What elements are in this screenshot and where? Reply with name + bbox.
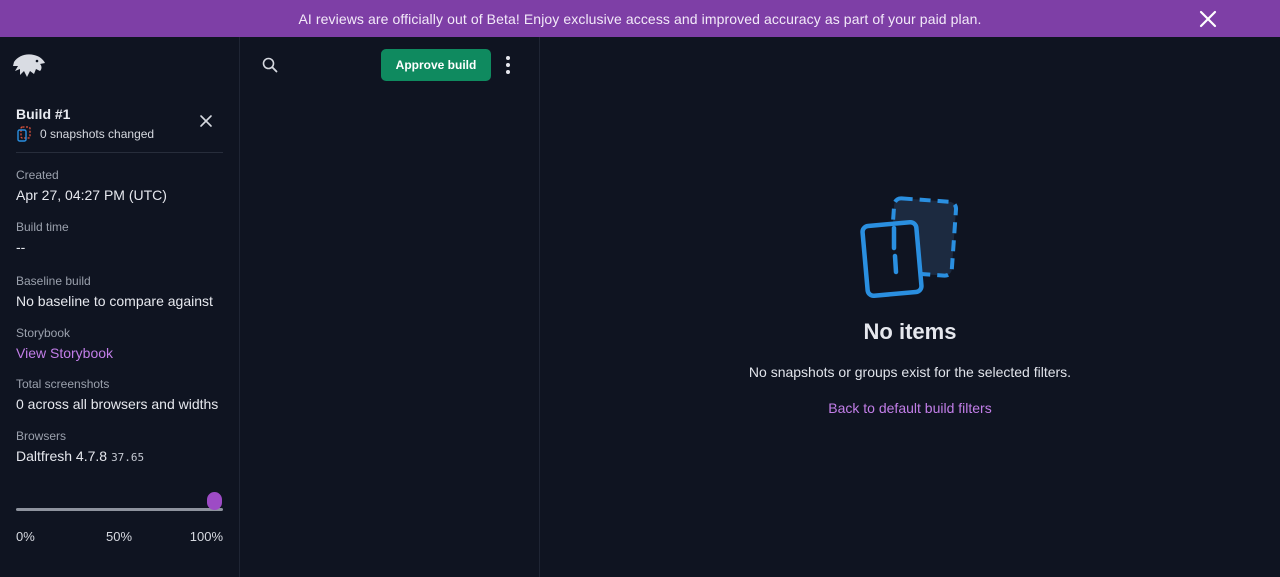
meta-label: Browsers xyxy=(16,429,67,443)
meta-label: Baseline build xyxy=(16,274,91,288)
meta-build-time: Build time -- xyxy=(16,220,231,256)
eagle-logo[interactable] xyxy=(12,52,46,80)
meta-baseline: Baseline build No baseline to compare ag… xyxy=(16,274,231,310)
snapshots-changed-text: 0 snapshots changed xyxy=(40,127,155,141)
banner-text: AI reviews are officially out of Beta! E… xyxy=(298,10,982,27)
meta-value: No baseline to compare against xyxy=(16,293,213,309)
meta-label: Created xyxy=(16,168,59,182)
build-title: Build #1 xyxy=(16,106,71,122)
build-subtitle: 0 snapshots changed xyxy=(16,126,154,142)
empty-snapshots-illustration xyxy=(860,196,959,298)
slider-track[interactable] xyxy=(16,508,223,511)
meta-value: 0 across all browsers and widths xyxy=(16,396,219,412)
search-icon[interactable] xyxy=(261,56,279,74)
snapshots-icon xyxy=(17,126,31,142)
slider-label-mid: 50% xyxy=(106,529,133,544)
empty-description: No snapshots or groups exist for the sel… xyxy=(748,364,1072,380)
browser-info: Daltfresh 4.7.8 37.65 xyxy=(16,448,231,466)
meta-label: Storybook xyxy=(16,326,71,340)
approve-build-button[interactable]: Approve build xyxy=(381,49,491,81)
meta-value: -- xyxy=(16,239,26,255)
meta-total-screenshots: Total screenshots 0 across all browsers … xyxy=(16,377,231,413)
meta-storybook: Storybook View Storybook xyxy=(16,326,231,362)
meta-label: Build time xyxy=(16,220,69,234)
build-header: Build #1 0 snapshots changed xyxy=(16,105,223,153)
browser-name: Daltfresh 4.7.8 xyxy=(16,448,108,464)
reset-filters-link[interactable]: Back to default build filters xyxy=(828,400,991,416)
slider-labels: 0% 50% 100% xyxy=(16,529,223,545)
meta-value: Apr 27, 04:27 PM (UTC) xyxy=(16,187,167,203)
view-storybook-link[interactable]: View Storybook xyxy=(16,345,231,362)
close-icon[interactable] xyxy=(1198,9,1218,29)
close-icon[interactable] xyxy=(198,113,214,129)
meta-label: Total screenshots xyxy=(16,377,110,391)
reset-filters-container: Back to default build filters xyxy=(540,400,1280,416)
slider-label-min: 0% xyxy=(16,529,35,544)
announcement-banner: AI reviews are officially out of Beta! E… xyxy=(0,0,1280,37)
build-sidebar: Build #1 0 snapshots changed Created Apr… xyxy=(0,37,240,577)
browser-version: 37.65 xyxy=(111,451,145,464)
slider-label-max: 100% xyxy=(189,529,223,544)
meta-created: Created Apr 27, 04:27 PM (UTC) xyxy=(16,168,231,204)
snapshot-list-pane: Approve build xyxy=(240,37,540,577)
more-vertical-icon[interactable] xyxy=(501,54,515,76)
meta-browsers: Browsers Daltfresh 4.7.8 37.65 xyxy=(16,429,231,466)
empty-title: No items xyxy=(863,319,957,344)
snapshot-detail-pane: No items No snapshots or groups exist fo… xyxy=(540,37,1280,577)
diff-threshold-slider[interactable] xyxy=(16,492,223,520)
slider-thumb[interactable] xyxy=(207,492,222,510)
